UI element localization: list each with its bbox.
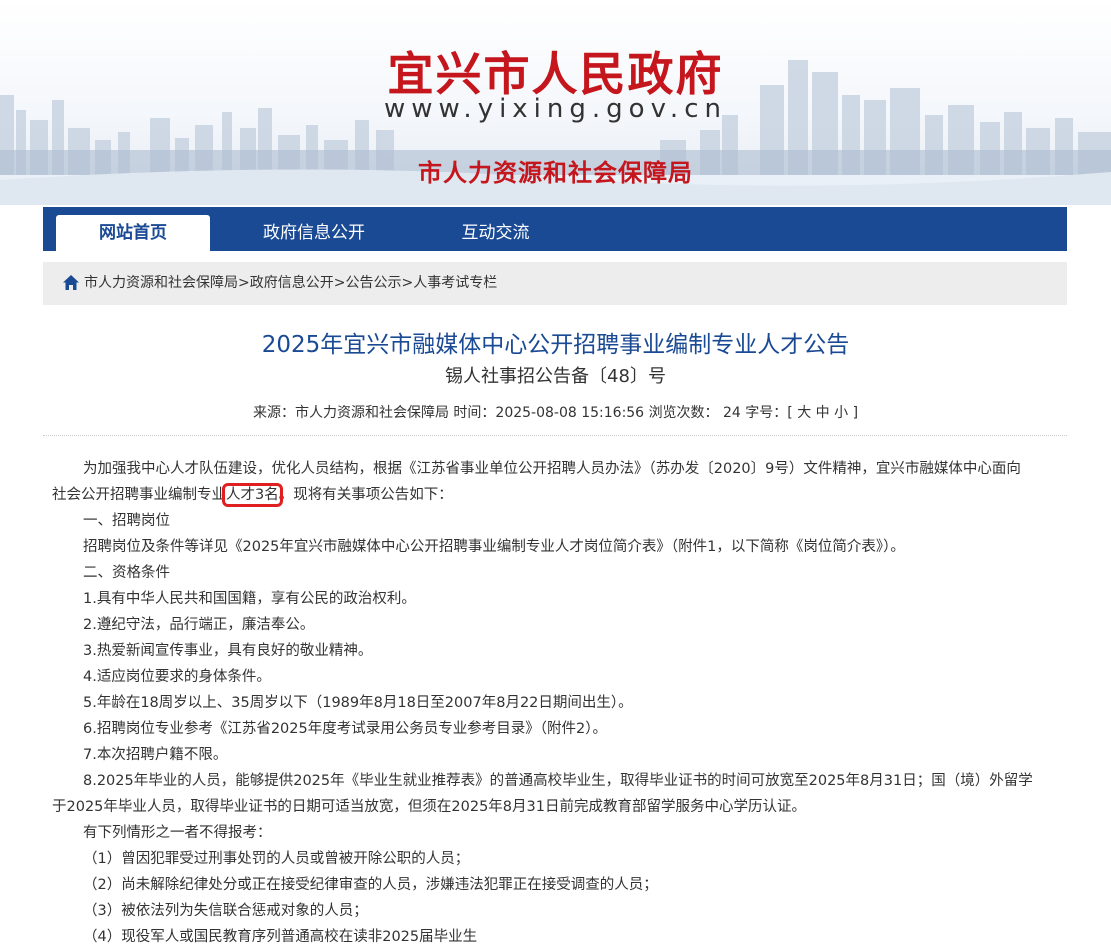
article-body: 为加强我中心人才队伍建设，优化人员结构，根据《江苏省事业单位公开招聘人员办法》（… [52,456,1062,950]
font-size-large-button[interactable]: 大 [797,405,811,421]
breadcrumb: 市人力资源和社会保障局>政府信息公开>公告公示>人事考试专栏 [43,262,1067,305]
positions-text: 招聘岗位及条件等详见《2025年宜兴市融媒体中心公开招聘事业编制专业人才岗位简介… [83,539,905,555]
intro-text-a: 社会公开招聘事业编制专业 [52,487,226,503]
nav-tab-interaction[interactable]: 互动交流 [433,215,558,251]
qualification-item: 2.遵纪守法，品行端正，廉洁奉公。 [83,617,315,633]
breadcrumb-separator: > [401,275,414,291]
qualification-item-8-line-2: 于2025年毕业人员，取得毕业证书的日期可适当放宽，但须在2025年8月31日前… [52,799,806,815]
qualification-item: 6.招聘岗位专业参考《江苏省2025年度考试录用公务员专业参考目录》（附件2）。 [83,721,607,737]
qualification-item: 3.热爱新闻宣传事业，具有良好的敬业精神。 [83,643,373,659]
exclusions-heading: 有下列情形之一者不得报考： [83,825,272,841]
qualification-item: 7.本次招聘户籍不限。 [83,747,228,763]
breadcrumb-separator: > [238,275,250,291]
meta-source: 来源：市人力资源和社会保障局 [252,405,449,421]
breadcrumb-separator: > [333,275,346,291]
section-heading-qualifications: 二、资格条件 [83,565,170,581]
breadcrumb-item-gov-info[interactable]: 政府信息公开 [250,275,334,291]
qualification-item-8-line-1: 8.2025年毕业的人员，能够提供2025年《毕业生就业推荐表》的普通高校毕业生… [83,773,1033,789]
meta-time: 时间：2025-08-08 15:16:56 [453,405,645,421]
exclusion-item: （4）现役军人或国民教育序列普通高校在读非2025届毕业生 [83,929,478,945]
home-icon[interactable] [62,274,80,292]
intro-line-1: 为加强我中心人才队伍建设，优化人员结构，根据《江苏省事业单位公开招聘人员办法》（… [83,461,1021,477]
nav-tab-gov-info[interactable]: 政府信息公开 [243,215,385,251]
exclusion-item: （3）被依法列为失信联合惩戒对象的人员； [83,903,368,919]
meta-font-size-label: 字号：[ [745,405,793,421]
header-banner: 宜兴市人民政府 www.yixing.gov.cn 市人力资源和社会保障局 [0,0,1111,205]
meta-views: 浏览次数： 24 [648,405,741,421]
main-nav: 网站首页 政府信息公开 互动交流 [43,207,1067,251]
qualification-item: 5.年龄在18周岁以上、35周岁以下（1989年8月18日至2007年8月22日… [83,695,633,711]
font-size-small-button[interactable]: 小 [834,405,848,421]
meta-divider [43,435,1067,436]
breadcrumb-trail: 市人力资源和社会保障局>政府信息公开>公告公示>人事考试专栏 [84,262,497,305]
breadcrumb-item-notices[interactable]: 公告公示 [345,275,401,291]
qualification-item: 4.适应岗位要求的身体条件。 [83,669,271,685]
exclusion-item: （2）尚未解除纪律处分或正在接受纪律审查的人员，涉嫌违法犯罪正在接受调查的人员； [83,877,658,893]
article-meta: 来源：市人力资源和社会保障局 时间：2025-08-08 15:16:56 浏览… [0,402,1111,422]
intro-text-b: 。现将有关事项公告如下： [278,487,453,503]
meta-font-size-end: ] [852,405,859,421]
breadcrumb-item-bureau[interactable]: 市人力资源和社会保障局 [84,275,238,291]
document-number: 锡人社事招公告备〔48〕号 [445,366,666,387]
nav-tab-home[interactable]: 网站首页 [56,215,210,251]
bureau-name: 市人力资源和社会保障局 [418,159,693,187]
breadcrumb-item-exam-column[interactable]: 人事考试专栏 [413,275,497,291]
font-size-medium-button[interactable]: 中 [816,405,830,421]
highlighted-quota: 人才3名 [222,483,283,507]
article-title: 2025年宜兴市融媒体中心公开招聘事业编制专业人才公告 [261,332,850,358]
exclusion-item: （1）曾因犯罪受过刑事处罚的人员或曾被开除公职的人员； [83,851,470,867]
section-heading-positions: 一、招聘岗位 [83,513,170,529]
site-url: www.yixing.gov.cn [384,94,727,124]
qualification-item: 1.具有中华人民共和国国籍，享有公民的政治权利。 [83,591,416,607]
intro-line-2: 社会公开招聘事业编制专业人才3名。现将有关事项公告如下： [52,482,1062,508]
